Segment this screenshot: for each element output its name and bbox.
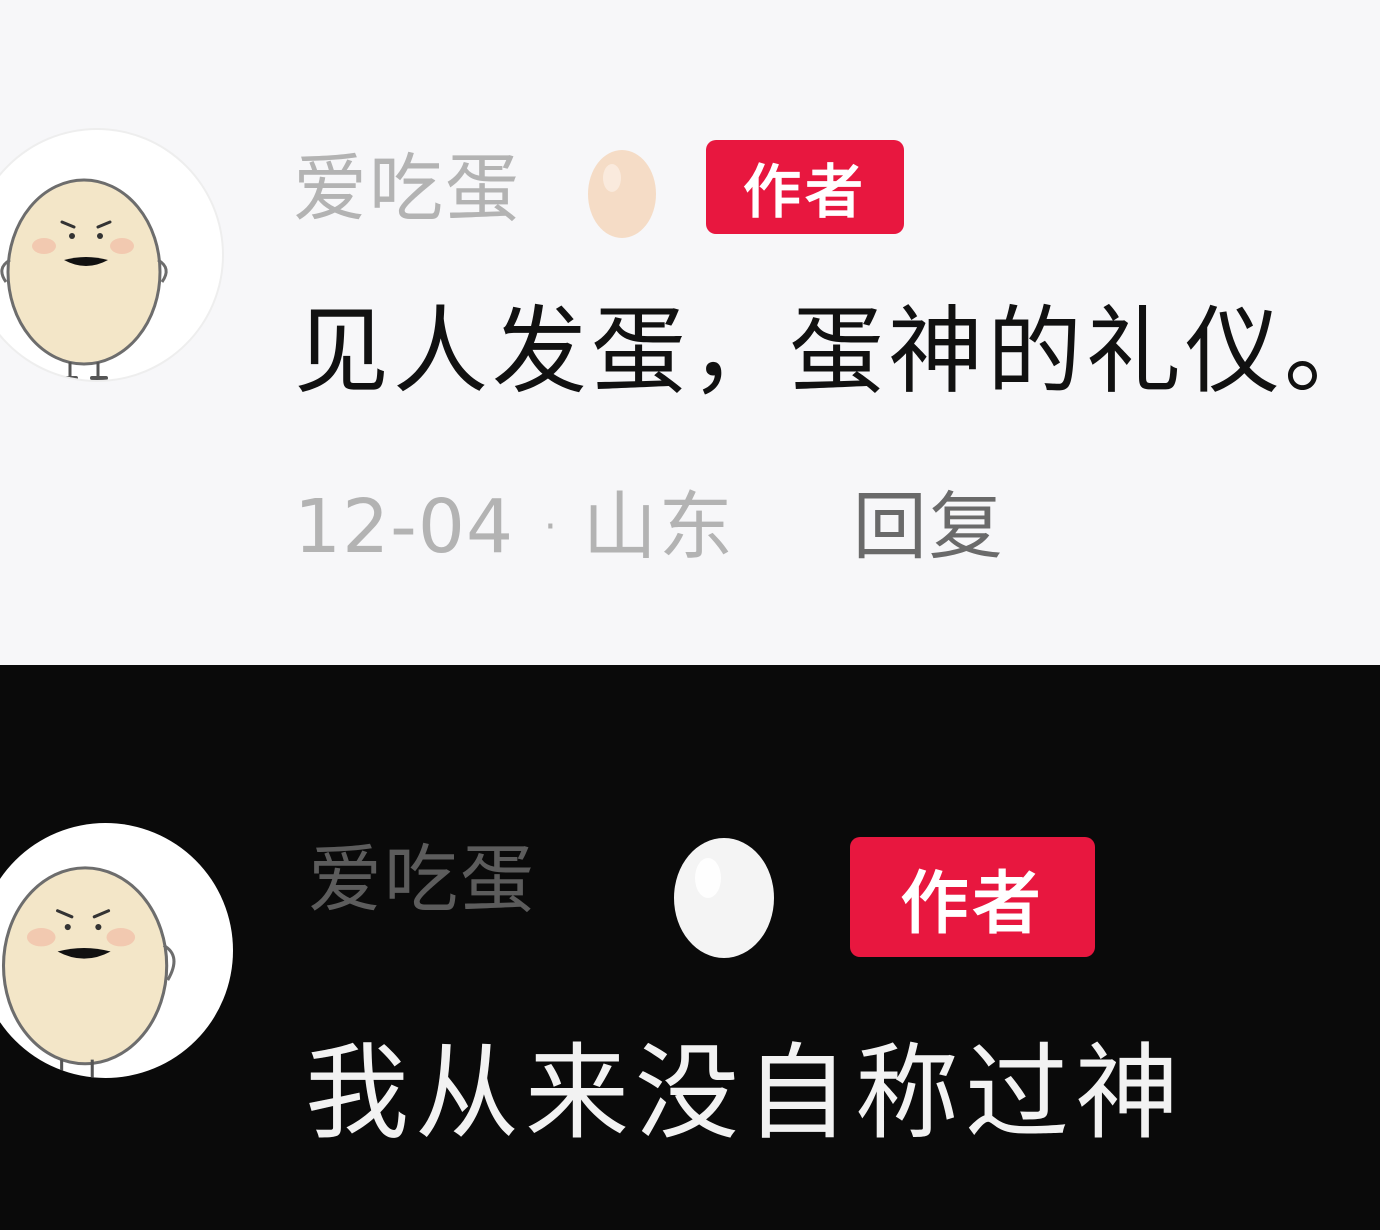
egg-mascot-icon [1,866,176,1078]
author-badge: 作者 [706,140,904,234]
comment-light: 爱吃蛋 作者 见人发蛋，蛋神的礼仪。 12-04 · 山东 回复 [0,0,1380,665]
comment-location: 山东 [582,484,735,570]
egg-mascot-icon [0,178,168,380]
comment-meta: 12-04 · 山东 回复 [294,490,1005,564]
comment-text: 见人发蛋，蛋神的礼仪。 [294,297,1380,407]
username[interactable]: 爱吃蛋 [308,843,536,917]
egg-icon [584,142,660,240]
meta-separator: · [544,504,557,550]
comment-text: 我从来没自称过神 [305,1032,1186,1154]
username[interactable]: 爱吃蛋 [293,152,521,226]
avatar[interactable] [0,823,233,1078]
egg-icon [668,830,780,962]
author-badge: 作者 [850,837,1095,957]
comment-dark: 爱吃蛋 作者 我从来没自称过神 [0,665,1380,1230]
avatar[interactable] [0,130,222,380]
reply-button[interactable]: 回复 [853,490,1005,564]
comment-date: 12-04 [294,484,515,570]
